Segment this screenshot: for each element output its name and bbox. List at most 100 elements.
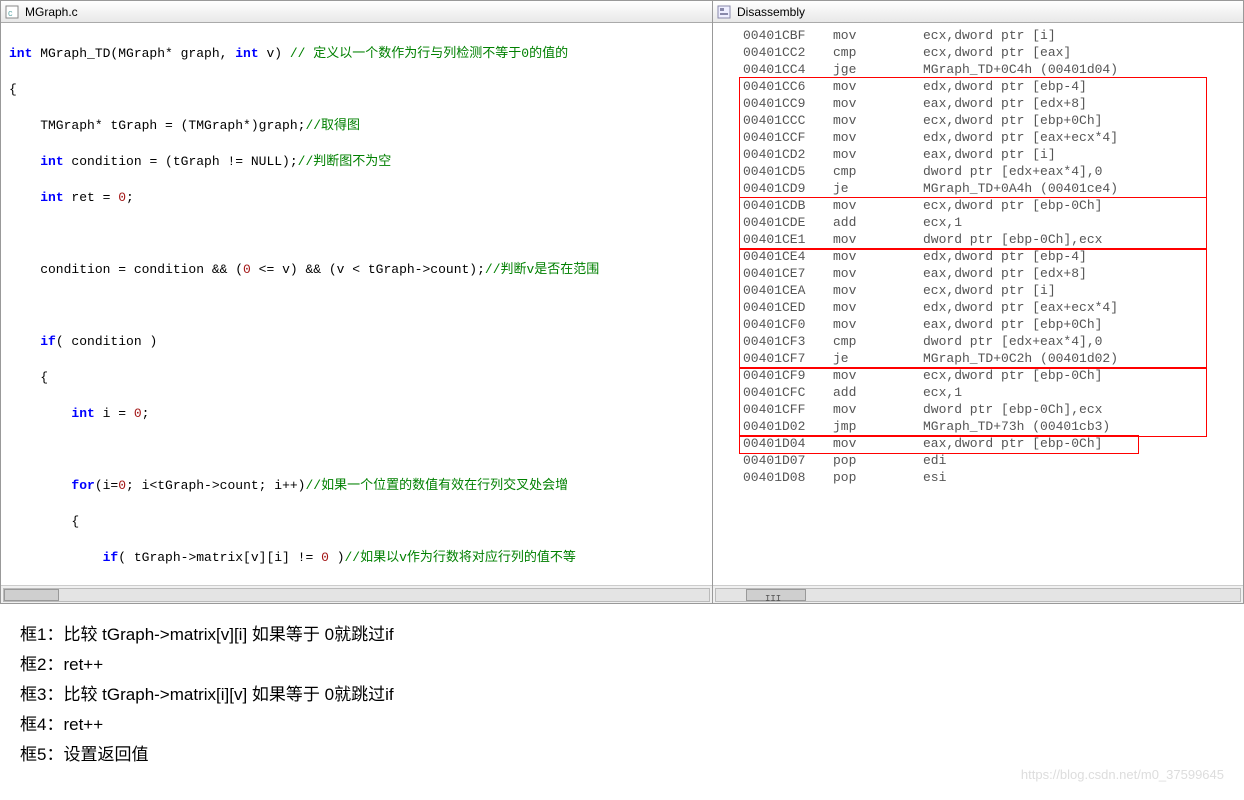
- disasm-addr: 00401CE7: [743, 265, 833, 282]
- disasm-arg: eax,dword ptr [ebp+0Ch]: [923, 316, 1237, 333]
- disasm-line[interactable]: 00401D07popedi: [743, 452, 1237, 469]
- disasm-line[interactable]: 00401CCFmovedx,dword ptr [eax+ecx*4]: [743, 129, 1237, 146]
- disasm-addr: 00401CC9: [743, 95, 833, 112]
- disasm-h-scrollbar[interactable]: III: [713, 585, 1243, 603]
- disasm-addr: 00401D04: [743, 435, 833, 452]
- disasm-addr: 00401CD5: [743, 163, 833, 180]
- source-h-scrollbar[interactable]: [1, 585, 712, 603]
- disasm-addr: 00401CEA: [743, 282, 833, 299]
- disasm-op: mov: [833, 129, 923, 146]
- disasm-line[interactable]: 00401CCCmovecx,dword ptr [ebp+0Ch]: [743, 112, 1237, 129]
- disasm-line[interactable]: 00401CD5cmpdword ptr [edx+eax*4],0: [743, 163, 1237, 180]
- disasm-op: je: [833, 180, 923, 197]
- disasm-line[interactable]: 00401CD2moveax,dword ptr [i]: [743, 146, 1237, 163]
- annotation-line: 框2：ret++: [20, 650, 1224, 680]
- watermark-text: https://blog.csdn.net/m0_37599645: [1021, 760, 1224, 790]
- disasm-arg: MGraph_TD+0A4h (00401ce4): [923, 180, 1237, 197]
- disasm-op: mov: [833, 146, 923, 163]
- disasm-addr: 00401CC6: [743, 78, 833, 95]
- disasm-line[interactable]: 00401CFFmovdword ptr [ebp-0Ch],ecx: [743, 401, 1237, 418]
- scroll-thumb[interactable]: III: [746, 589, 806, 601]
- source-code[interactable]: int MGraph_TD(MGraph* graph, int v) // 定…: [1, 23, 712, 585]
- disasm-op: mov: [833, 282, 923, 299]
- disasm-tab-title: Disassembly: [737, 5, 805, 19]
- disasm-line[interactable]: 00401CDEaddecx,1: [743, 214, 1237, 231]
- disasm-op: pop: [833, 452, 923, 469]
- code-line: int i = 0;: [9, 405, 704, 423]
- disasm-line[interactable]: 00401D04moveax,dword ptr [ebp-0Ch]: [743, 435, 1237, 452]
- disasm-line[interactable]: 00401CFCaddecx,1: [743, 384, 1237, 401]
- disasm-line[interactable]: 00401CEAmovecx,dword ptr [i]: [743, 282, 1237, 299]
- disasm-addr: 00401D08: [743, 469, 833, 486]
- code-line: {: [9, 369, 704, 387]
- disasm-op: mov: [833, 248, 923, 265]
- disasm-addr: 00401CC4: [743, 61, 833, 78]
- disasm-arg: dword ptr [ebp-0Ch],ecx: [923, 401, 1237, 418]
- disasm-op: mov: [833, 435, 923, 452]
- disasm-line[interactable]: 00401CE4movedx,dword ptr [ebp-4]: [743, 248, 1237, 265]
- disasm-op: mov: [833, 197, 923, 214]
- disasm-arg: eax,dword ptr [ebp-0Ch]: [923, 435, 1237, 452]
- disasm-line[interactable]: 00401CC2cmpecx,dword ptr [eax]: [743, 44, 1237, 61]
- disasm-line[interactable]: 00401CF7jeMGraph_TD+0C2h (00401d02): [743, 350, 1237, 367]
- disasm-addr: 00401CF3: [743, 333, 833, 350]
- code-line: condition = condition && (0 <= v) && (v …: [9, 261, 704, 279]
- disasm-addr: 00401CDB: [743, 197, 833, 214]
- disasm-tab-bar[interactable]: Disassembly: [713, 1, 1243, 23]
- source-pane: c MGraph.c int MGraph_TD(MGraph* graph, …: [1, 1, 713, 603]
- disasm-arg: dword ptr [edx+eax*4],0: [923, 333, 1237, 350]
- disasm-op: add: [833, 384, 923, 401]
- disasm-arg: eax,dword ptr [edx+8]: [923, 265, 1237, 282]
- disasm-addr: 00401D07: [743, 452, 833, 469]
- disasm-line[interactable]: 00401CC4jgeMGraph_TD+0C4h (00401d04): [743, 61, 1237, 78]
- disasm-op: cmp: [833, 333, 923, 350]
- disasm-arg: ecx,dword ptr [eax]: [923, 44, 1237, 61]
- disasm-addr: 00401CDE: [743, 214, 833, 231]
- disasm-line[interactable]: 00401CE7moveax,dword ptr [edx+8]: [743, 265, 1237, 282]
- disasm-arg: edx,dword ptr [eax+ecx*4]: [923, 129, 1237, 146]
- disasm-icon: [717, 5, 731, 19]
- disasm-addr: 00401CE4: [743, 248, 833, 265]
- source-tab-title: MGraph.c: [25, 5, 78, 19]
- disasm-op: mov: [833, 316, 923, 333]
- disasm-line[interactable]: 00401D08popesi: [743, 469, 1237, 486]
- source-tab-bar[interactable]: c MGraph.c: [1, 1, 712, 23]
- disasm-arg: dword ptr [ebp-0Ch],ecx: [923, 231, 1237, 248]
- disasm-addr: 00401CD9: [743, 180, 833, 197]
- disasm-line[interactable]: 00401CF0moveax,dword ptr [ebp+0Ch]: [743, 316, 1237, 333]
- code-line: TMGraph* tGraph = (TMGraph*)graph;//取得图: [9, 117, 704, 135]
- disasm-arg: eax,dword ptr [i]: [923, 146, 1237, 163]
- disasm-op: mov: [833, 299, 923, 316]
- disasm-arg: ecx,dword ptr [i]: [923, 27, 1237, 44]
- disasm-line[interactable]: 00401D02jmpMGraph_TD+73h (00401cb3): [743, 418, 1237, 435]
- disasm-op: mov: [833, 27, 923, 44]
- disasm-line[interactable]: 00401CC9moveax,dword ptr [edx+8]: [743, 95, 1237, 112]
- disasm-line[interactable]: 00401CF9movecx,dword ptr [ebp-0Ch]: [743, 367, 1237, 384]
- disasm-line[interactable]: 00401CC6movedx,dword ptr [ebp-4]: [743, 78, 1237, 95]
- disasm-arg: ecx,dword ptr [ebp-0Ch]: [923, 197, 1237, 214]
- disasm-arg: dword ptr [edx+eax*4],0: [923, 163, 1237, 180]
- disasm-addr: 00401CF0: [743, 316, 833, 333]
- disasm-arg: MGraph_TD+0C2h (00401d02): [923, 350, 1237, 367]
- disasm-arg: ecx,dword ptr [ebp+0Ch]: [923, 112, 1237, 129]
- disasm-op: mov: [833, 95, 923, 112]
- disassembly-listing[interactable]: 00401CBFmovecx,dword ptr [i]00401CC2cmpe…: [713, 23, 1243, 585]
- disasm-line[interactable]: 00401CD9jeMGraph_TD+0A4h (00401ce4): [743, 180, 1237, 197]
- disasm-op: cmp: [833, 163, 923, 180]
- disasm-line[interactable]: 00401CF3cmpdword ptr [edx+eax*4],0: [743, 333, 1237, 350]
- annotation-line: 框1：比较 tGraph->matrix[v][i] 如果等于 0就跳过if: [20, 620, 1224, 650]
- code-line: int ret = 0;: [9, 189, 704, 207]
- disasm-addr: 00401CE1: [743, 231, 833, 248]
- disasm-op: mov: [833, 265, 923, 282]
- disasm-op: pop: [833, 469, 923, 486]
- disasm-addr: 00401D02: [743, 418, 833, 435]
- disasm-addr: 00401CF9: [743, 367, 833, 384]
- disasm-line[interactable]: 00401CBFmovecx,dword ptr [i]: [743, 27, 1237, 44]
- disasm-op: mov: [833, 367, 923, 384]
- disasm-addr: 00401CFF: [743, 401, 833, 418]
- disasm-arg: edx,dword ptr [eax+ecx*4]: [923, 299, 1237, 316]
- disasm-line[interactable]: 00401CDBmovecx,dword ptr [ebp-0Ch]: [743, 197, 1237, 214]
- disasm-line[interactable]: 00401CEDmovedx,dword ptr [eax+ecx*4]: [743, 299, 1237, 316]
- disasm-line[interactable]: 00401CE1movdword ptr [ebp-0Ch],ecx: [743, 231, 1237, 248]
- code-line: [9, 297, 704, 315]
